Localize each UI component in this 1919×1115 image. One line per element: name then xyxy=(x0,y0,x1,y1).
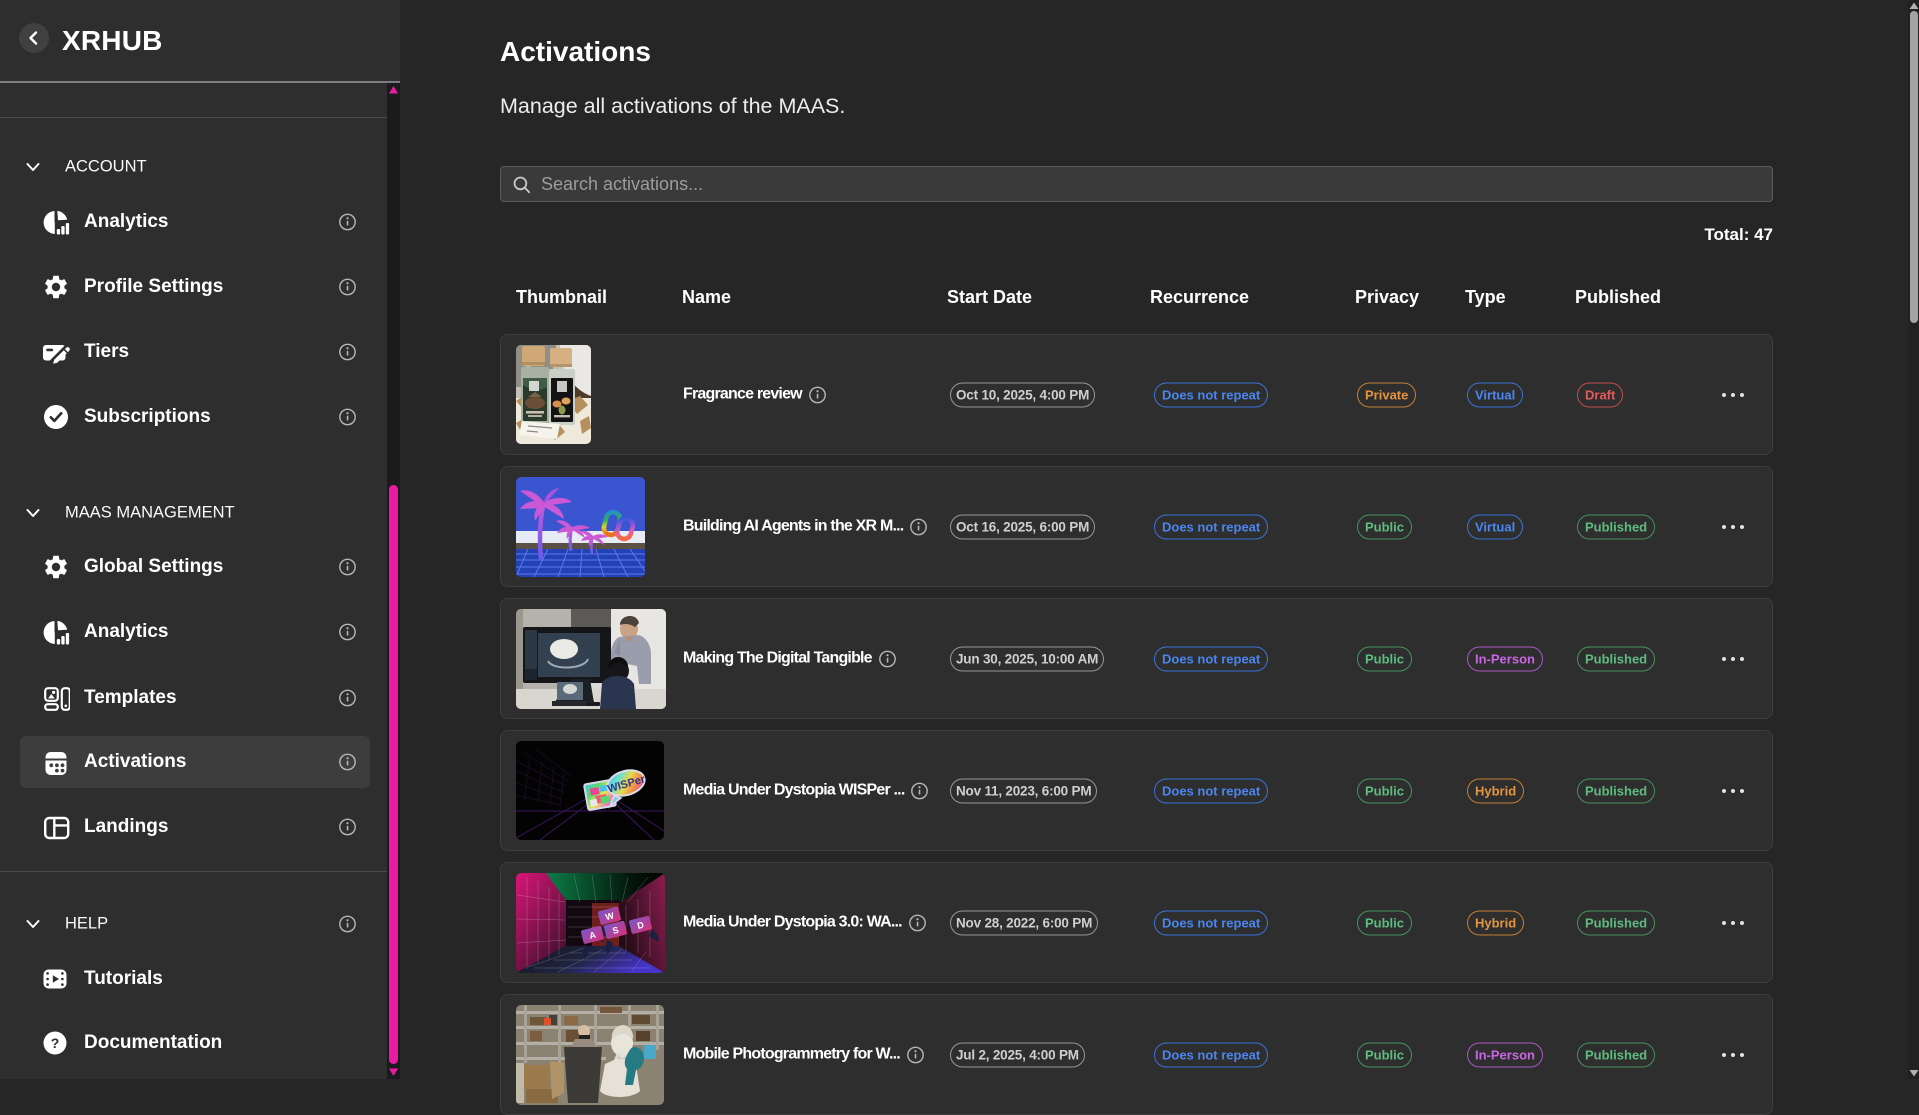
svg-text:?: ? xyxy=(51,1035,60,1051)
